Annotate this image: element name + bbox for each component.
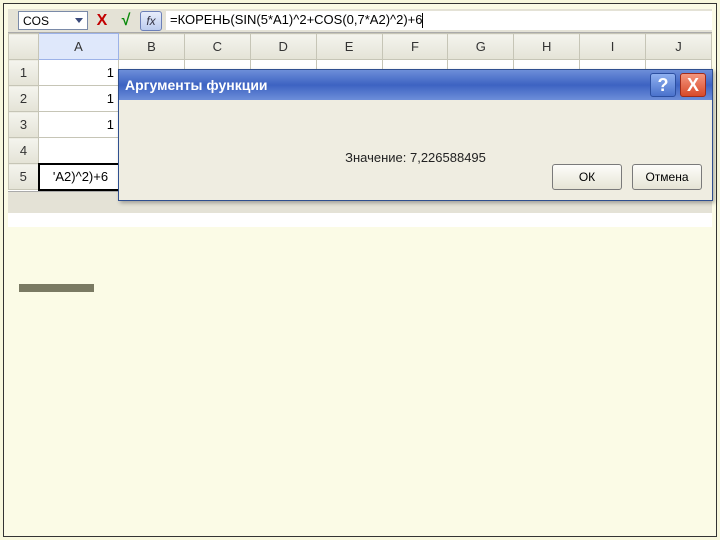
name-box-value: COS [23, 14, 49, 28]
cell[interactable]: 1 [39, 86, 119, 112]
column-header-H[interactable]: H [514, 34, 580, 60]
insert-function-button[interactable]: fx [140, 11, 162, 31]
slide-decoration-bar [19, 284, 94, 292]
formula-input[interactable]: =КОРЕНЬ(SIN(5*A1)^2+COS(0,7*A2)^2)+6 [166, 11, 712, 30]
column-header-D[interactable]: D [250, 34, 316, 60]
formula-enter-button[interactable]: √ [116, 11, 136, 31]
dialog-body: Значение: 7,226588495 ОК Отмена [119, 100, 712, 200]
slide-container: COS X √ fx =КОРЕНЬ(SIN(5*A1)^2+COS(0,7*A… [3, 3, 717, 537]
column-header-C[interactable]: C [184, 34, 250, 60]
select-all-corner[interactable] [9, 34, 39, 60]
value-label: Значение: [345, 150, 406, 165]
cell[interactable]: 1 [39, 60, 119, 86]
dialog-titlebar[interactable]: Аргументы функции ? X [119, 70, 712, 100]
row-header[interactable]: 5 [9, 164, 39, 190]
dialog-title: Аргументы функции [125, 77, 268, 93]
column-header-E[interactable]: E [316, 34, 382, 60]
column-header-B[interactable]: B [119, 34, 185, 60]
close-icon: X [687, 75, 699, 96]
column-header-A[interactable]: A [39, 34, 119, 60]
active-cell[interactable]: 'A2)^2)+6 [39, 164, 119, 190]
column-header-I[interactable]: I [580, 34, 646, 60]
computed-value: 7,226588495 [410, 150, 486, 165]
dialog-close-button[interactable]: X [680, 73, 706, 97]
dialog-value-row: Значение: 7,226588495 [119, 150, 712, 165]
formula-bar: COS X √ fx =КОРЕНЬ(SIN(5*A1)^2+COS(0,7*A… [8, 9, 712, 33]
column-header-J[interactable]: J [646, 34, 712, 60]
ok-button[interactable]: ОК [552, 164, 622, 190]
function-arguments-dialog: Аргументы функции ? X Значение: 7,226588… [118, 69, 713, 201]
formula-text: =КОРЕНЬ(SIN(5*A1)^2+COS(0,7*A2)^2)+6 [170, 12, 423, 27]
text-caret [422, 13, 423, 28]
cancel-button[interactable]: Отмена [632, 164, 702, 190]
column-header-G[interactable]: G [448, 34, 514, 60]
formula-cancel-button[interactable]: X [92, 11, 112, 31]
dialog-help-button[interactable]: ? [650, 73, 676, 97]
name-box[interactable]: COS [18, 11, 88, 30]
row-header[interactable]: 2 [9, 86, 39, 112]
excel-screenshot: COS X √ fx =КОРЕНЬ(SIN(5*A1)^2+COS(0,7*A… [8, 9, 712, 227]
row-header[interactable]: 4 [9, 138, 39, 164]
row-header[interactable]: 3 [9, 112, 39, 138]
row-header[interactable]: 1 [9, 60, 39, 86]
chevron-down-icon[interactable] [75, 18, 83, 23]
cell[interactable]: 1 [39, 112, 119, 138]
dialog-button-row: ОК Отмена [552, 164, 702, 190]
question-icon: ? [658, 75, 669, 96]
column-header-F[interactable]: F [382, 34, 448, 60]
cell[interactable] [39, 138, 119, 164]
